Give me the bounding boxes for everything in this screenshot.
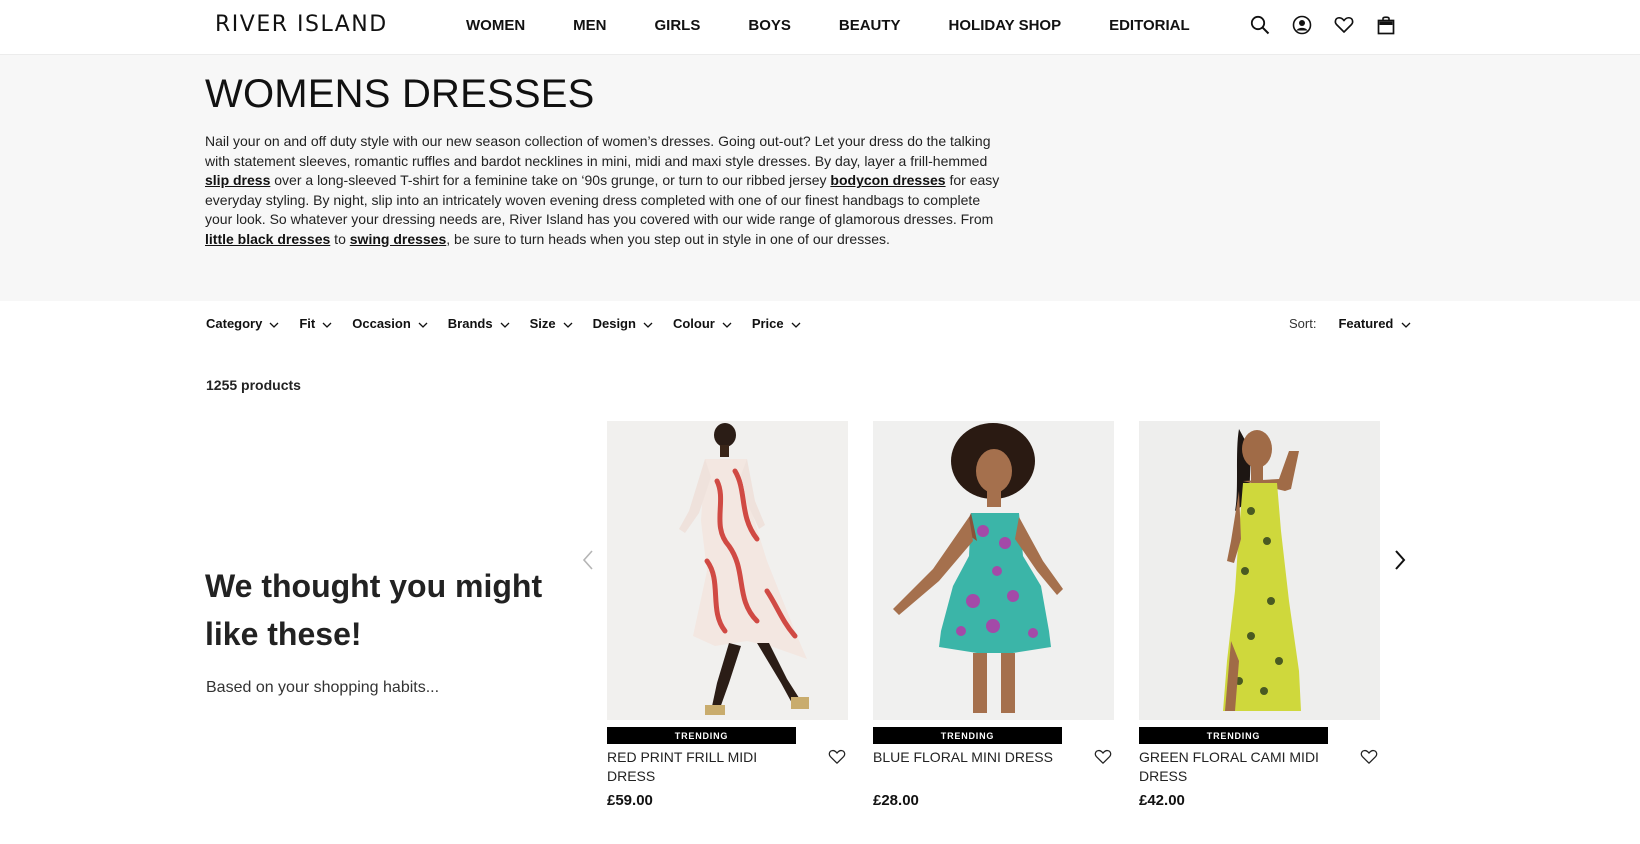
- sort-control: Sort: Featured: [1289, 316, 1411, 331]
- description-text: over a long-sleeved T-shirt for a femini…: [270, 172, 831, 188]
- category-hero: WOMENS DRESSES Nail your on and off duty…: [0, 55, 1640, 301]
- slip-dress-link[interactable]: slip dress: [205, 172, 270, 188]
- product-name[interactable]: BLUE FLORAL MINI DRESS: [873, 748, 1073, 767]
- filter-label: Colour: [672, 316, 715, 331]
- site-header: RIVER ISLAND WOMEN MEN GIRLS BOYS BEAUTY…: [0, 0, 1640, 55]
- header-icons: [1249, 14, 1397, 36]
- trending-badge: TRENDING: [607, 727, 796, 744]
- filter-size[interactable]: Size: [530, 316, 573, 331]
- wishlist-heart-icon[interactable]: [1360, 749, 1380, 769]
- filter-category[interactable]: Category: [206, 316, 279, 331]
- trending-badge: TRENDING: [873, 727, 1062, 744]
- product-card: TRENDING GREEN FLORAL CAMI MIDI DRESS £4…: [1139, 421, 1380, 809]
- chevron-down-icon: [643, 316, 653, 331]
- bodycon-dresses-link[interactable]: bodycon dresses: [830, 172, 945, 188]
- nav-item-girls[interactable]: GIRLS: [655, 17, 701, 34]
- product-card: TRENDING BLUE FLORAL MINI DRESS £28.00: [873, 421, 1114, 809]
- chevron-down-icon: [1401, 316, 1411, 331]
- product-count: 1255 products: [206, 377, 301, 393]
- product-info: RED PRINT FRILL MIDI DRESS: [607, 748, 848, 786]
- filter-label: Size: [529, 316, 556, 331]
- product-name[interactable]: RED PRINT FRILL MIDI DRESS: [607, 748, 807, 786]
- nav-item-editorial[interactable]: EDITORIAL: [1109, 17, 1190, 34]
- filter-occasion[interactable]: Occasion: [352, 316, 428, 331]
- product-image[interactable]: [1139, 421, 1380, 720]
- filter-label: Price: [751, 316, 784, 331]
- filter-design[interactable]: Design: [593, 316, 653, 331]
- description-text: to: [330, 230, 350, 247]
- page-title: WOMENS DRESSES: [205, 72, 595, 116]
- chevron-down-icon: [722, 316, 732, 331]
- recommendations-heading: We thought you might like these!: [205, 568, 543, 652]
- wishlist-icon[interactable]: [1333, 14, 1355, 36]
- main-nav: WOMEN MEN GIRLS BOYS BEAUTY HOLIDAY SHOP…: [466, 17, 1190, 34]
- recommendations-subheading: Based on your shopping habits...: [206, 679, 440, 696]
- product-info: BLUE FLORAL MINI DRESS: [873, 748, 1114, 767]
- product-info: GREEN FLORAL CAMI MIDI DRESS: [1139, 748, 1380, 786]
- account-icon[interactable]: [1291, 14, 1313, 36]
- product-price: £42.00: [1139, 792, 1185, 809]
- chevron-down-icon: [269, 316, 279, 331]
- nav-item-holiday-shop[interactable]: HOLIDAY SHOP: [949, 17, 1062, 34]
- filter-label: Category: [206, 316, 263, 331]
- carousel-next-button[interactable]: [1388, 549, 1412, 575]
- product-price: £59.00: [607, 792, 653, 809]
- nav-item-women[interactable]: WOMEN: [466, 17, 525, 34]
- sort-selected-value: Featured: [1338, 316, 1394, 331]
- swing-dresses-link[interactable]: swing dresses: [350, 231, 447, 247]
- product-image[interactable]: [607, 421, 848, 720]
- filter-label: Brands: [447, 316, 493, 331]
- description-text: , be sure to turn heads when you step ou…: [446, 230, 890, 247]
- sort-label: Sort:: [1289, 316, 1317, 331]
- bag-icon[interactable]: [1375, 14, 1397, 36]
- little-black-dresses-link[interactable]: little black dresses: [205, 231, 330, 247]
- nav-item-men[interactable]: MEN: [573, 17, 606, 34]
- product-name[interactable]: GREEN FLORAL CAMI MIDI DRESS: [1139, 748, 1339, 786]
- river-island-logo[interactable]: RIVER ISLAND: [215, 12, 388, 37]
- filter-label: Fit: [299, 316, 316, 331]
- product-image[interactable]: [873, 421, 1114, 720]
- category-description: Nail your on and off duty style with our…: [205, 132, 1010, 249]
- product-card: TRENDING RED PRINT FRILL MIDI DRESS £59.…: [607, 421, 848, 809]
- chevron-right-icon: [1394, 549, 1406, 575]
- wishlist-heart-icon[interactable]: [1094, 749, 1114, 769]
- carousel-prev-button[interactable]: [576, 549, 600, 575]
- filter-brands[interactable]: Brands: [448, 316, 510, 331]
- nav-item-beauty[interactable]: BEAUTY: [839, 17, 901, 34]
- filter-fit[interactable]: Fit: [299, 316, 332, 331]
- chevron-left-icon: [582, 549, 594, 575]
- product-price: £28.00: [873, 792, 919, 809]
- wishlist-heart-icon[interactable]: [828, 749, 848, 769]
- chevron-down-icon: [563, 316, 573, 331]
- chevron-down-icon: [322, 316, 332, 331]
- nav-item-boys[interactable]: BOYS: [748, 17, 791, 34]
- search-icon[interactable]: [1249, 14, 1271, 36]
- chevron-down-icon: [500, 316, 510, 331]
- filter-label: Occasion: [352, 316, 411, 331]
- description-text: Nail your on and off duty style with our…: [205, 133, 991, 169]
- filter-label: Design: [592, 316, 636, 331]
- filter-bar: Category Fit Occasion Brands Size Design…: [206, 316, 821, 331]
- sort-dropdown[interactable]: Featured: [1338, 316, 1411, 331]
- filter-price[interactable]: Price: [752, 316, 801, 331]
- trending-badge: TRENDING: [1139, 727, 1328, 744]
- chevron-down-icon: [418, 316, 428, 331]
- chevron-down-icon: [791, 316, 801, 331]
- filter-colour[interactable]: Colour: [673, 316, 732, 331]
